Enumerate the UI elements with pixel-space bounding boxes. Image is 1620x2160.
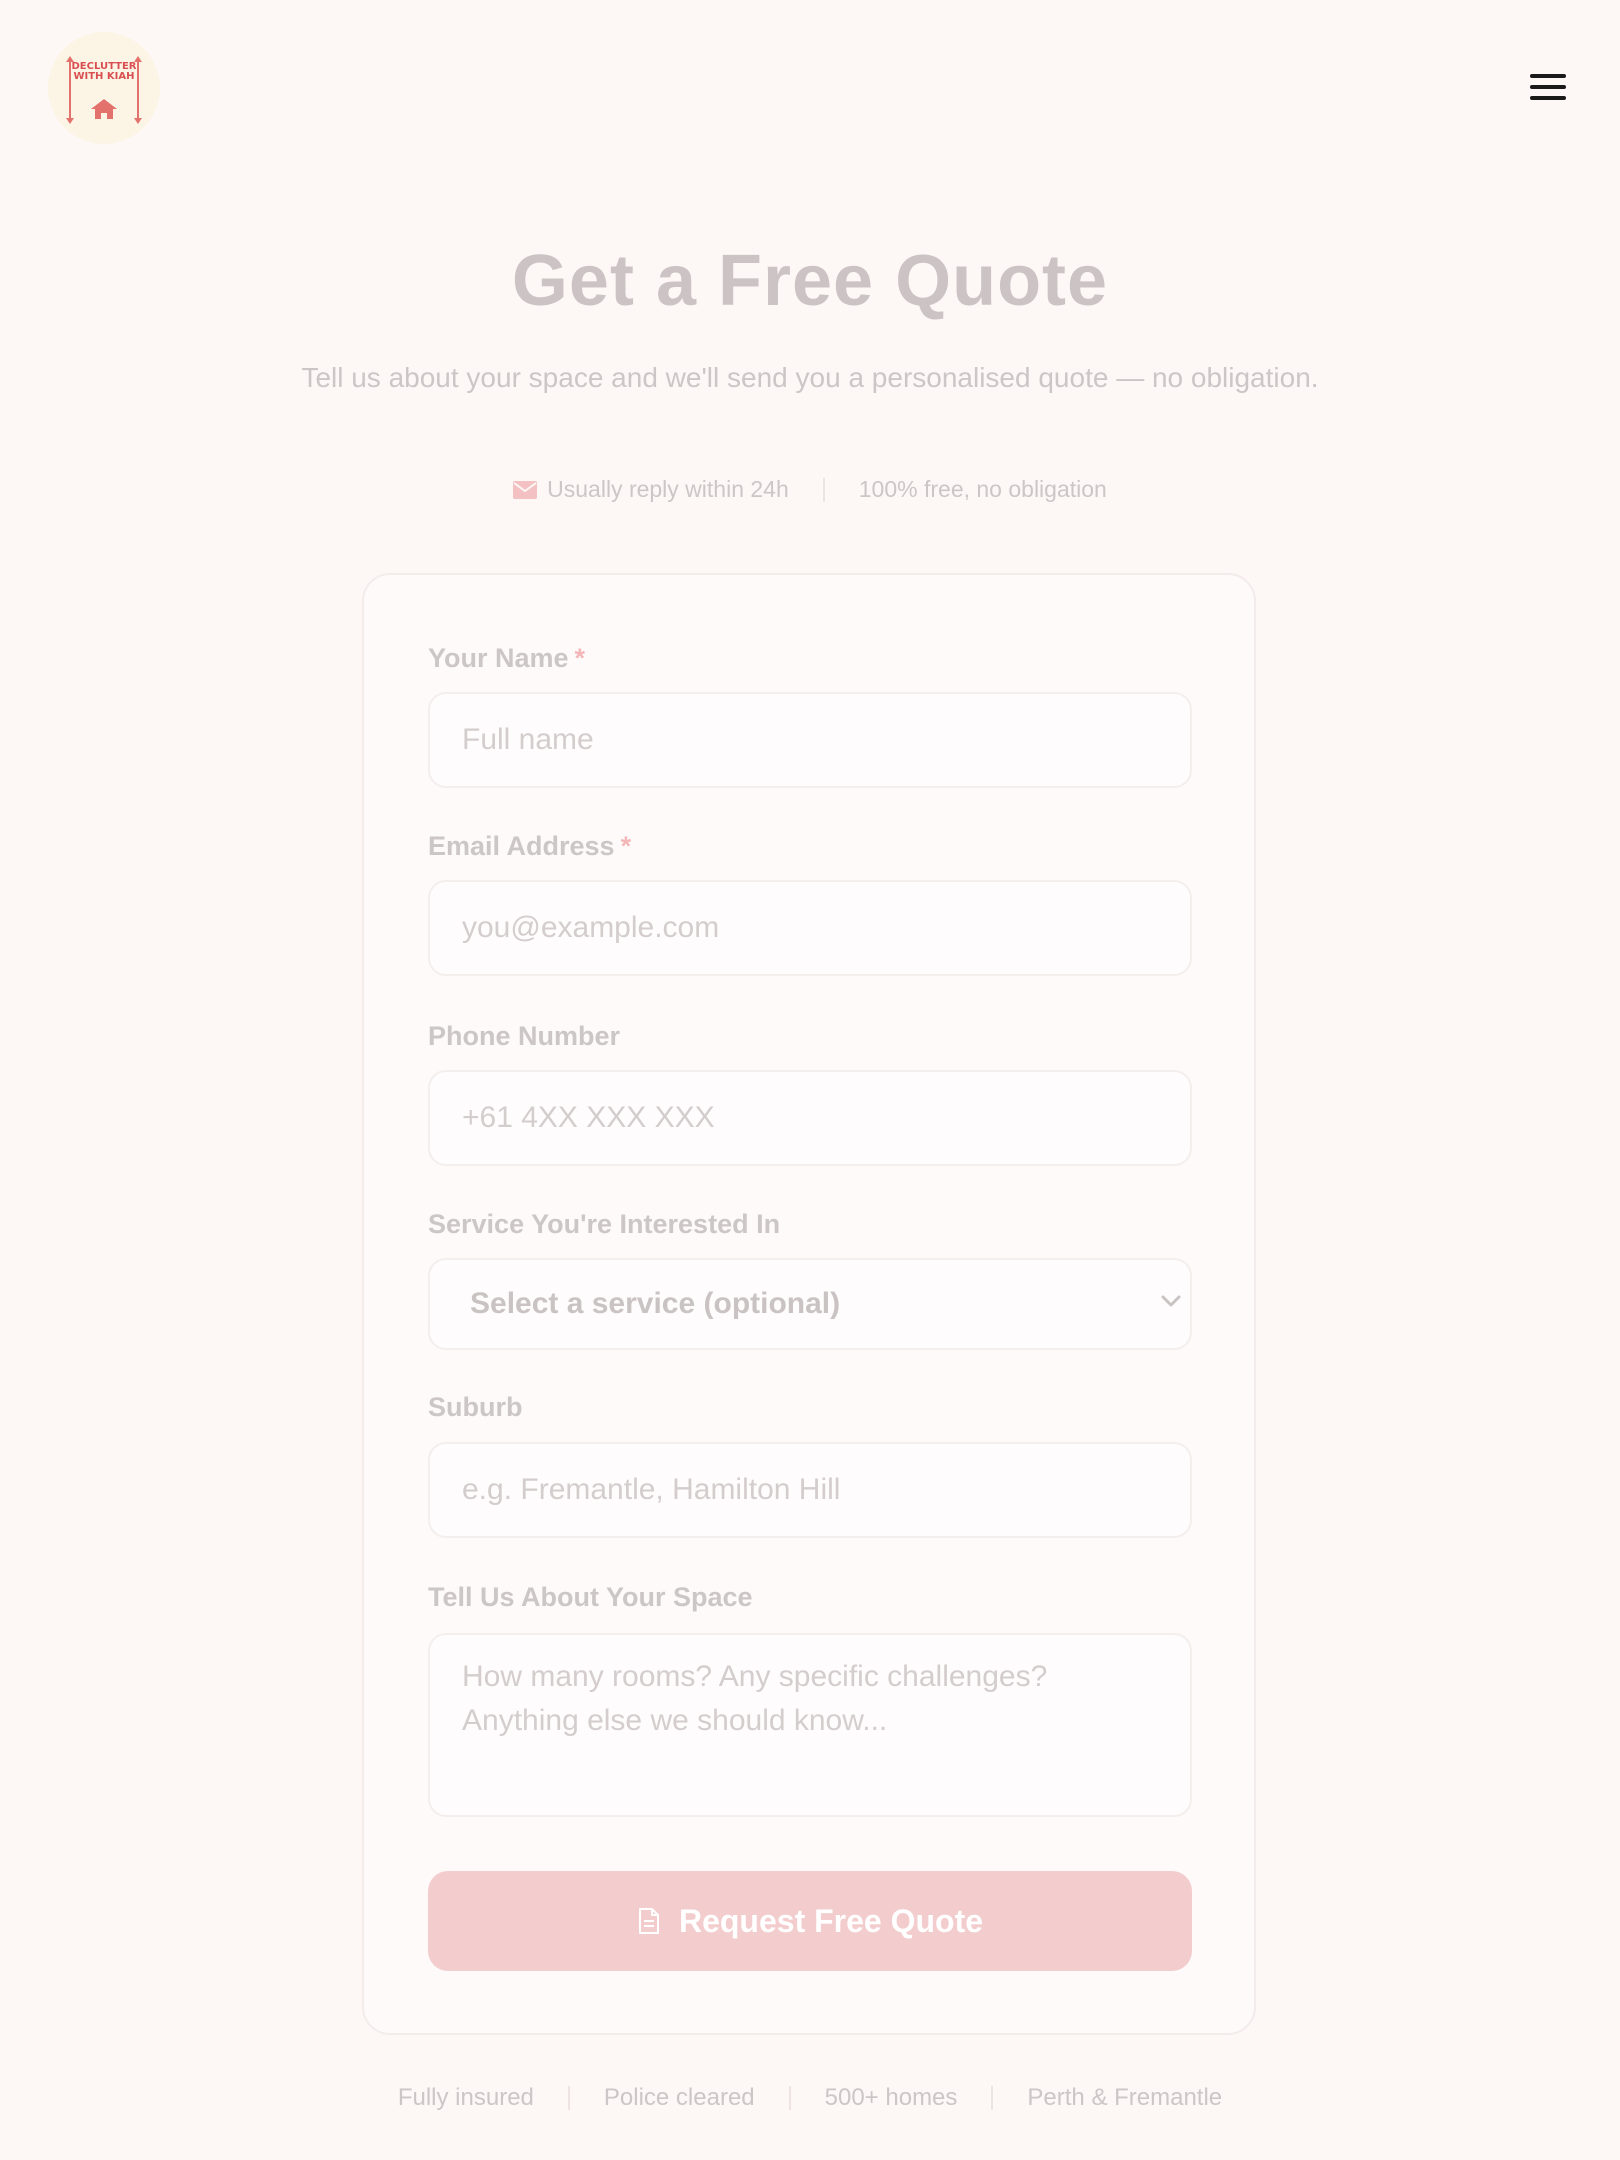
space-label: Tell Us About Your Space: [428, 1582, 753, 1612]
suburb-label: Suburb: [428, 1392, 523, 1422]
trust-badges: Fully insured Police cleared 500+ homes …: [0, 2084, 1620, 2112]
house-icon: [91, 99, 117, 119]
name-placeholder: Full name: [462, 723, 594, 756]
email-label: Email Address *: [428, 831, 632, 861]
name-label: Your Name *: [428, 643, 586, 673]
logo-text: DECLUTTER WITH KIAH: [71, 61, 137, 82]
divider: [991, 2086, 994, 2110]
required-mark: *: [620, 831, 632, 861]
badge-police-cleared: Police cleared: [603, 2084, 755, 2111]
request-quote-label: Request Free Quote: [678, 1902, 984, 1939]
space-textarea[interactable]: How many rooms? Any specific challenges?…: [428, 1633, 1192, 1817]
name-input[interactable]: Full name: [428, 692, 1192, 788]
phone-label: Phone Number: [428, 1021, 621, 1051]
divider: [567, 2086, 570, 2110]
meta-info: Usually reply within 24h 100% free, no o…: [0, 476, 1620, 503]
logo[interactable]: DECLUTTER WITH KIAH: [48, 32, 160, 144]
service-label: Service You're Interested In: [428, 1209, 781, 1239]
suburb-placeholder: e.g. Fremantle, Hamilton Hill: [462, 1473, 841, 1506]
service-selected: Select a service (optional): [470, 1287, 841, 1320]
badge-homes: 500+ homes: [824, 2084, 958, 2111]
free-quote-text: 100% free, no obligation: [858, 476, 1107, 502]
divider: [788, 2086, 791, 2110]
suburb-input[interactable]: e.g. Fremantle, Hamilton Hill: [428, 1442, 1192, 1538]
chevron-down-icon: [1161, 1295, 1181, 1307]
divider: [822, 477, 825, 502]
page-subtitle: Tell us about your space and we'll send …: [301, 362, 1319, 393]
space-placeholder: How many rooms? Any specific challenges?…: [462, 1660, 1048, 1737]
reply-time-text: Usually reply within 24h: [547, 476, 789, 502]
badge-location: Perth & Fremantle: [1027, 2084, 1223, 2111]
phone-placeholder: +61 4XX XXX XXX: [462, 1101, 715, 1134]
request-quote-button[interactable]: Request Free Quote: [428, 1871, 1192, 1971]
phone-input[interactable]: +61 4XX XXX XXX: [428, 1070, 1192, 1166]
service-select[interactable]: Select a service (optional): [428, 1258, 1192, 1350]
badge-insured: Fully insured: [397, 2084, 534, 2111]
hamburger-icon[interactable]: [1526, 70, 1568, 104]
page-title: Get a Free Quote: [511, 241, 1109, 321]
required-mark: *: [574, 643, 586, 673]
mail-icon: [513, 480, 538, 499]
email-input[interactable]: you@example.com: [428, 880, 1192, 976]
email-placeholder: you@example.com: [462, 911, 720, 944]
document-icon: [637, 1907, 661, 1935]
quote-form: Your Name * Full name Email Address * you@…: [362, 573, 1256, 2035]
